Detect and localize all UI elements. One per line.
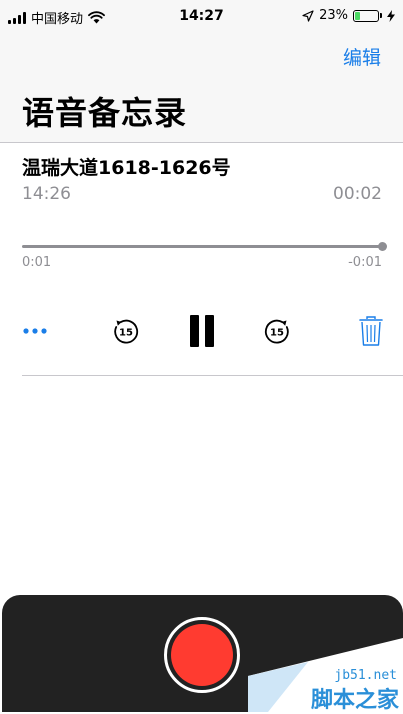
watermark-site: jb51.net <box>334 668 397 683</box>
pause-icon <box>190 315 214 347</box>
skip-forward-15-icon: 15 <box>264 319 289 344</box>
memo-duration: 00:02 <box>333 184 382 204</box>
remaining-time: -0:01 <box>348 255 382 270</box>
nav-bar: 编辑 语音备忘录 <box>0 34 403 143</box>
memo-recorded-time: 14:26 <box>22 184 71 204</box>
edit-button[interactable]: 编辑 <box>343 43 381 70</box>
playback-scrubber[interactable] <box>22 242 387 252</box>
trash-icon <box>359 316 383 346</box>
record-button[interactable] <box>164 617 240 693</box>
charging-icon <box>387 9 395 22</box>
battery-percent: 23% <box>319 8 348 23</box>
pause-button[interactable] <box>186 311 218 351</box>
memo-item[interactable]: 温瑞大道1618-1626号 14:26 00:02 0:01 -0:01 15 <box>0 143 403 376</box>
skip-back-seconds: 15 <box>119 328 133 339</box>
battery-level <box>355 11 360 20</box>
watermark: jb51.net 脚本之家 <box>248 638 403 713</box>
page-title: 语音备忘录 <box>22 94 188 132</box>
battery-icon <box>353 9 379 22</box>
battery-tip <box>380 13 382 18</box>
watermark-text: 脚本之家 <box>310 688 399 713</box>
memo-title[interactable]: 温瑞大道1618-1626号 <box>22 153 231 180</box>
location-icon <box>302 9 314 22</box>
more-icon <box>23 328 47 334</box>
status-bar: 中国移动 14:27 23% <box>0 0 403 34</box>
playback-controls: 15 15 <box>0 311 403 351</box>
skip-back-15-icon: 15 <box>114 319 139 344</box>
record-icon <box>171 624 233 686</box>
more-button[interactable] <box>20 311 50 351</box>
skip-back-button[interactable]: 15 <box>110 311 142 351</box>
scrubber-thumb[interactable] <box>378 242 387 251</box>
elapsed-time: 0:01 <box>22 255 52 270</box>
scrubber-track <box>22 245 382 248</box>
memo-divider <box>22 375 403 376</box>
skip-forward-seconds: 15 <box>270 328 284 339</box>
skip-forward-button[interactable]: 15 <box>261 311 293 351</box>
status-right: 23% <box>302 8 395 23</box>
delete-button[interactable] <box>356 311 386 351</box>
